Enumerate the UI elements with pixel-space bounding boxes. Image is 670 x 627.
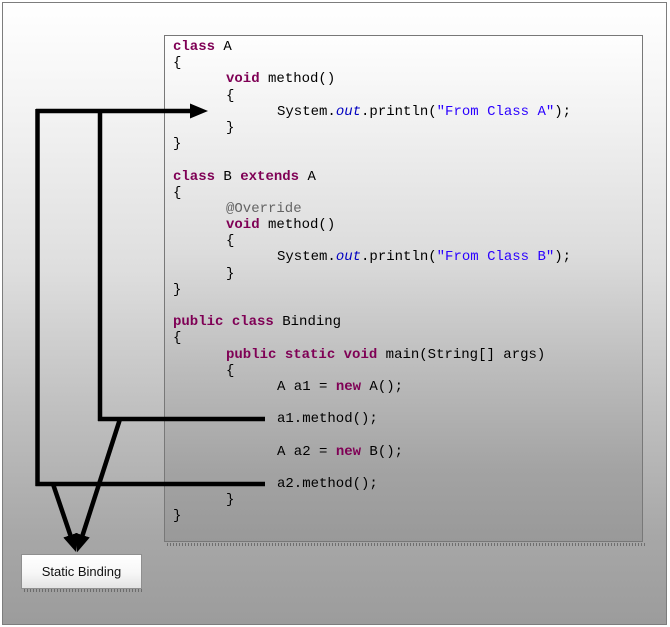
- code-token-pl: B: [215, 169, 240, 185]
- code-line: A a2 = new B();: [173, 444, 642, 460]
- code-token-pl: [276, 347, 284, 363]
- code-line: void method(): [173, 217, 642, 233]
- static-binding-diagram: class A{void method(){System.out.println…: [0, 0, 670, 627]
- code-token-ann: @Override: [226, 201, 302, 217]
- code-line: a2.method();: [173, 476, 642, 492]
- code-token-pl: {: [173, 185, 181, 201]
- code-panel-shadow: [167, 543, 645, 546]
- code-token-pl: {: [173, 330, 181, 346]
- code-token-kw: public: [226, 347, 276, 363]
- code-token-kw: class: [173, 169, 215, 185]
- code-token-pl: main(String[] args): [377, 347, 545, 363]
- code-token-kw: public: [173, 314, 223, 330]
- code-token-pl: method(): [260, 71, 336, 87]
- code-token-pl: System.: [277, 104, 336, 120]
- code-token-pl: }: [173, 282, 181, 298]
- code-line: [173, 152, 642, 168]
- code-token-pl: .println(: [361, 104, 437, 120]
- code-line: {: [173, 233, 642, 249]
- code-token-kw: class: [173, 39, 215, 55]
- code-token-pl: B();: [361, 444, 403, 460]
- code-token-pl: method(): [260, 217, 336, 233]
- code-line: }: [173, 136, 642, 152]
- code-token-kw: new: [336, 444, 361, 460]
- code-token-pl: {: [226, 233, 234, 249]
- code-token-pl: A a2 =: [277, 444, 336, 460]
- code-line: [173, 460, 642, 476]
- code-line: class A: [173, 39, 642, 55]
- code-token-pl: A: [299, 169, 316, 185]
- code-token-pl: }: [173, 508, 181, 524]
- code-token-pl: }: [173, 136, 181, 152]
- code-token-pl: System.: [277, 249, 336, 265]
- code-token-kw: void: [226, 217, 260, 233]
- code-line: {: [173, 330, 642, 346]
- code-token-pl: [223, 314, 231, 330]
- code-token-kw: static: [285, 347, 335, 363]
- code-lines: class A{void method(){System.out.println…: [173, 39, 642, 525]
- code-line: }: [173, 508, 642, 524]
- static-binding-label-box: Static Binding: [21, 554, 142, 589]
- code-line: {: [173, 88, 642, 104]
- code-token-pl: {: [226, 363, 234, 379]
- code-line: }: [173, 492, 642, 508]
- code-line: [173, 298, 642, 314]
- code-token-kw: class: [232, 314, 274, 330]
- code-token-pl: {: [173, 55, 181, 71]
- code-token-pl: );: [554, 249, 571, 265]
- code-token-kw: new: [336, 379, 361, 395]
- code-line: public static void main(String[] args): [173, 347, 642, 363]
- code-token-str: "From Class A": [437, 104, 555, 120]
- code-token-pl: }: [226, 492, 234, 508]
- code-token-pl: A a1 =: [277, 379, 336, 395]
- code-line: {: [173, 185, 642, 201]
- code-line: {: [173, 363, 642, 379]
- code-line: }: [173, 266, 642, 282]
- code-token-pl: a2.method();: [277, 476, 378, 492]
- label-box-shadow: [24, 589, 143, 592]
- code-line: System.out.println("From Class A");: [173, 104, 642, 120]
- code-line: [173, 428, 642, 444]
- code-token-fld: out: [336, 104, 361, 120]
- code-token-pl: [335, 347, 343, 363]
- code-token-kw: void: [226, 71, 260, 87]
- code-token-pl: A: [215, 39, 232, 55]
- code-line: void method(): [173, 71, 642, 87]
- code-line: @Override: [173, 201, 642, 217]
- code-token-pl: }: [226, 266, 234, 282]
- code-token-kw: extends: [240, 169, 299, 185]
- code-line: [173, 395, 642, 411]
- code-line: System.out.println("From Class B");: [173, 249, 642, 265]
- code-token-pl: {: [226, 88, 234, 104]
- code-token-pl: .println(: [361, 249, 437, 265]
- code-token-kw: void: [344, 347, 378, 363]
- code-line: class B extends A: [173, 169, 642, 185]
- code-token-pl: A();: [361, 379, 403, 395]
- code-token-pl: a1.method();: [277, 411, 378, 427]
- code-token-pl: );: [554, 104, 571, 120]
- code-token-pl: Binding: [274, 314, 341, 330]
- code-token-fld: out: [336, 249, 361, 265]
- code-panel: class A{void method(){System.out.println…: [164, 35, 643, 542]
- static-binding-label: Static Binding: [42, 564, 122, 579]
- code-token-str: "From Class B": [437, 249, 555, 265]
- code-token-pl: }: [226, 120, 234, 136]
- code-line: a1.method();: [173, 411, 642, 427]
- code-line: }: [173, 282, 642, 298]
- code-line: {: [173, 55, 642, 71]
- code-line: A a1 = new A();: [173, 379, 642, 395]
- code-line: public class Binding: [173, 314, 642, 330]
- code-line: }: [173, 120, 642, 136]
